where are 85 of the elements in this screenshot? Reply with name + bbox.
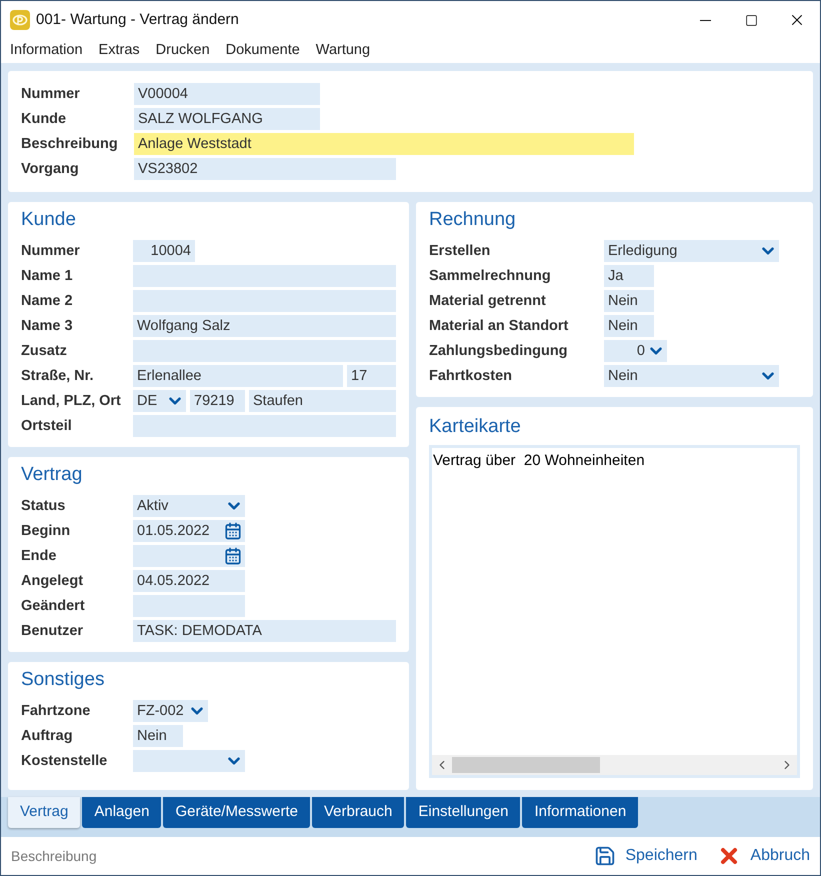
field-label: Nummer bbox=[21, 86, 80, 102]
text-field[interactable]: 79219 bbox=[190, 390, 245, 412]
field-label: Name 1 bbox=[21, 268, 73, 284]
date-field[interactable]: 01.05.2022 bbox=[133, 520, 245, 542]
text-field[interactable]: Nein bbox=[604, 315, 654, 337]
section-title: Sonstiges bbox=[21, 668, 104, 692]
field-label: Fahrtkosten bbox=[429, 368, 512, 384]
field-label: Geändert bbox=[21, 598, 85, 614]
tab[interactable]: Verbrauch bbox=[312, 797, 404, 828]
field-label: Auftrag bbox=[21, 728, 73, 744]
field-label: Straße, Nr. bbox=[21, 368, 94, 384]
menu-item[interactable]: Extras bbox=[98, 40, 140, 62]
cancel-button[interactable]: Abbruch bbox=[717, 844, 810, 868]
dropdown[interactable]: 0 bbox=[604, 340, 667, 362]
notes-text: Vertrag über 20 Wohneinheiten bbox=[433, 452, 645, 469]
menu-item[interactable]: Information bbox=[10, 40, 83, 62]
text-field[interactable]: Ja bbox=[604, 265, 654, 287]
field-label: Fahrtzone bbox=[21, 703, 90, 719]
notes-area[interactable]: Vertrag über 20 Wohneinheiten bbox=[429, 445, 800, 778]
app-logo-icon bbox=[10, 10, 30, 30]
field-label: Nummer bbox=[21, 243, 80, 259]
menu-item[interactable]: Dokumente bbox=[226, 40, 300, 62]
field-label: Erstellen bbox=[429, 243, 490, 259]
calendar-icon bbox=[224, 522, 242, 540]
text-field[interactable]: V00004 bbox=[134, 83, 320, 105]
field-label: Material getrennt bbox=[429, 293, 546, 309]
field-label: Beschreibung bbox=[21, 136, 118, 152]
field-label: Zusatz bbox=[21, 343, 67, 359]
text-field[interactable]: TASK: DEMODATA bbox=[133, 620, 396, 642]
text-field[interactable] bbox=[133, 415, 396, 437]
section-title: Vertrag bbox=[21, 463, 82, 487]
menu-item[interactable]: Drucken bbox=[156, 40, 210, 62]
calendar-icon bbox=[224, 547, 242, 565]
dropdown[interactable]: Aktiv bbox=[133, 495, 245, 517]
text-field[interactable] bbox=[133, 265, 396, 287]
tab[interactable]: Vertrag bbox=[8, 797, 80, 828]
dropdown[interactable]: DE bbox=[133, 390, 186, 412]
text-field[interactable]: VS23802 bbox=[134, 158, 396, 180]
text-field[interactable]: SALZ WOLFGANG bbox=[134, 108, 320, 130]
maximize-icon bbox=[744, 14, 758, 26]
field-label: Angelegt bbox=[21, 573, 84, 589]
section-title: Rechnung bbox=[429, 208, 516, 232]
text-field[interactable]: Nein bbox=[604, 290, 654, 312]
field-label: Land, PLZ, Ort bbox=[21, 393, 121, 409]
dropdown[interactable]: FZ-002 bbox=[133, 700, 208, 722]
dropdown[interactable]: Nein bbox=[604, 365, 779, 387]
field-label: Sammelrechnung bbox=[429, 268, 551, 284]
text-field[interactable]: 10004 bbox=[133, 240, 195, 262]
scrollbar-thumb[interactable] bbox=[452, 757, 600, 773]
field-label: Name 3 bbox=[21, 318, 73, 334]
field-label: Kunde bbox=[21, 111, 66, 127]
text-field[interactable] bbox=[133, 595, 245, 617]
menu-item[interactable]: Wartung bbox=[316, 40, 370, 62]
field-label: Material an Standort bbox=[429, 318, 568, 334]
tab[interactable]: Informationen bbox=[522, 797, 638, 828]
dropdown[interactable]: Erledigung bbox=[604, 240, 779, 262]
field-label: Beginn bbox=[21, 523, 70, 539]
status-hint: Beschreibung bbox=[11, 846, 97, 866]
text-field[interactable]: Staufen bbox=[249, 390, 396, 412]
tab[interactable]: Anlagen bbox=[82, 797, 162, 828]
field-label: Name 2 bbox=[21, 293, 73, 309]
text-field[interactable]: Wolfgang Salz bbox=[133, 315, 396, 337]
section-title: Kunde bbox=[21, 208, 76, 232]
save-button[interactable]: Speichern bbox=[594, 844, 698, 868]
text-field[interactable]: 17 bbox=[347, 365, 396, 387]
window-title: 001- Wartung - Vertrag ändern bbox=[36, 10, 239, 30]
text-field[interactable]: 04.05.2022 bbox=[133, 570, 245, 592]
horizontal-scrollbar[interactable] bbox=[432, 755, 797, 775]
text-field[interactable]: Anlage Weststadt bbox=[134, 133, 634, 155]
field-label: Vorgang bbox=[21, 161, 79, 177]
field-label: Zahlungsbedingung bbox=[429, 343, 568, 359]
field-label: Ende bbox=[21, 548, 56, 564]
date-field[interactable] bbox=[133, 545, 245, 567]
section-title: Karteikarte bbox=[429, 415, 521, 439]
text-field[interactable]: Nein bbox=[133, 725, 183, 747]
text-field[interactable] bbox=[133, 290, 396, 312]
field-label: Status bbox=[21, 498, 66, 514]
field-label: Ortsteil bbox=[21, 418, 72, 434]
tab[interactable]: Einstellungen bbox=[406, 797, 520, 828]
field-label: Kostenstelle bbox=[21, 753, 108, 769]
field-label: Benutzer bbox=[21, 623, 84, 639]
text-field[interactable] bbox=[133, 340, 396, 362]
text-field[interactable]: Erlenallee bbox=[133, 365, 343, 387]
tab[interactable]: Geräte/Messwerte bbox=[163, 797, 310, 828]
dropdown[interactable] bbox=[133, 750, 245, 772]
